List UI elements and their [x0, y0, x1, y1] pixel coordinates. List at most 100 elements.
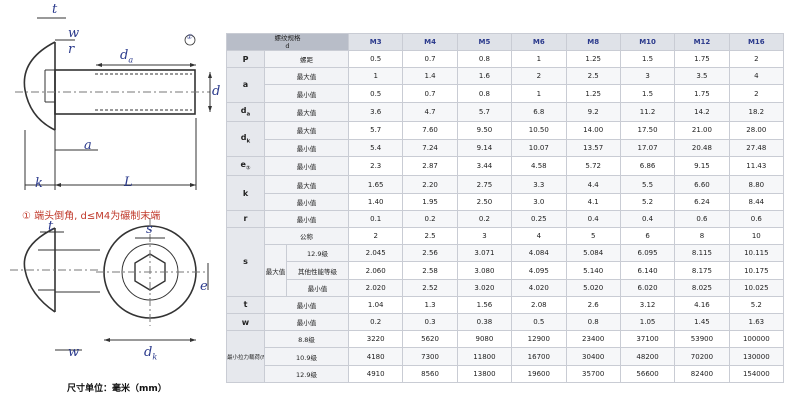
value-cell: 3.6: [347, 101, 404, 123]
symbol-main: k: [242, 188, 249, 198]
thread-spec-header: 螺纹规格 d: [226, 33, 349, 51]
value-cell: 6.86: [619, 155, 676, 177]
row-label: 8.8级: [264, 330, 349, 349]
value-cell: 4.4: [565, 175, 621, 194]
dim-label-w-bottom: w: [68, 345, 80, 360]
value-cell: 0.6: [674, 209, 730, 229]
table-row: 其他性能等级 2.060 2.58 3.080 4.095 5.140 6.140 8.175…: [227, 261, 785, 280]
table-row: da 最大值 3.6 4.7 5.7 6.8 9.2 11.2 14.2 18.2: [226, 101, 785, 123]
size-header: M5: [456, 33, 513, 51]
value-cell: 1.75: [674, 49, 730, 69]
row-label: 最小值: [264, 295, 349, 315]
value-cell: 8.115: [674, 244, 730, 263]
screw-drawing-svg: [10, 17, 212, 351]
value-cell: 1.04: [347, 295, 404, 315]
symbol-cell: a: [226, 67, 265, 103]
value-cell: 5.2: [728, 295, 785, 315]
unit-note: 尺寸单位：毫米（mm）: [67, 384, 167, 394]
value-cell: 5: [565, 227, 621, 246]
value-cell: 5.2: [619, 192, 676, 211]
value-cell: 2: [511, 67, 567, 86]
thread-spec-header-line2: d: [285, 42, 290, 50]
value-cell: 7.24: [402, 138, 458, 157]
value-cell: 8: [674, 227, 730, 246]
symbol-cell: w: [226, 313, 265, 332]
end-chamfer-note: ① 端头倒角, d≤M4为碾制末端: [22, 211, 161, 222]
value-cell: 19600: [511, 364, 567, 384]
value-cell: 2.060: [347, 261, 404, 280]
dim-label-L: L: [124, 175, 133, 190]
value-cell: 0.6: [728, 209, 785, 229]
value-cell: 1.56: [456, 295, 513, 315]
value-cell: 0.5: [347, 84, 404, 103]
row-label: 最大值: [264, 175, 349, 194]
symbol-sub: k: [246, 138, 251, 145]
value-cell: 10.175: [728, 261, 785, 280]
symbol-sub: ①: [245, 165, 251, 172]
dim-label-r: r: [68, 42, 75, 57]
value-cell: 4910: [347, 364, 404, 384]
symbol-cell: da: [226, 101, 265, 123]
value-cell: 2.56: [402, 244, 458, 263]
thread-spec-header-line1: 螺纹规格: [274, 34, 301, 43]
value-cell: 1.4: [402, 67, 458, 86]
value-cell: 1.3: [402, 295, 458, 315]
value-cell: 10: [728, 227, 785, 246]
symbol-main: P: [242, 54, 249, 64]
value-cell: 4.58: [511, 155, 567, 177]
value-cell: 3: [456, 227, 513, 246]
value-cell: 1.25: [565, 84, 621, 103]
table-row: 最小拉力载荷(N) 8.8级 3220 5620 9080 12900 23400 37100…: [226, 330, 785, 383]
row-label: 最小值: [286, 278, 349, 297]
value-cell: 21.00: [674, 121, 730, 140]
value-cell: 5.140: [565, 261, 621, 280]
value-cell: 1.25: [565, 49, 621, 69]
s-max-label: 最大值: [264, 244, 287, 297]
table-row: 最小值 2.020 2.52 3.020 4.020 5.020 6.020 8.025 10.…: [227, 278, 785, 297]
row-label: 最大值: [264, 101, 349, 123]
value-cell: 2.5: [565, 67, 621, 86]
symbol-cell: r: [226, 209, 265, 229]
value-cell: 2: [728, 49, 785, 69]
value-cell: 17.50: [619, 121, 676, 140]
value-cell: 5.72: [565, 155, 621, 177]
size-header: M10: [619, 33, 676, 51]
size-header: M6: [511, 33, 567, 51]
value-cell: 2.52: [402, 278, 458, 297]
value-cell: 5.7: [347, 121, 404, 140]
value-cell: 35700: [565, 364, 621, 384]
value-cell: 23400: [565, 330, 621, 349]
value-cell: 1.05: [619, 313, 676, 332]
value-cell: 2.87: [402, 155, 458, 177]
dim-label-k: k: [35, 176, 43, 191]
value-cell: 5620: [402, 330, 458, 349]
dim-label-w-top: w: [68, 26, 80, 41]
value-cell: 11.2: [619, 101, 676, 123]
value-cell: 2.58: [402, 261, 458, 280]
value-cell: 4: [728, 67, 785, 86]
value-cell: 2.045: [347, 244, 404, 263]
value-cell: 0.8: [565, 313, 621, 332]
value-cell: 6: [619, 227, 676, 246]
value-cell: 2.75: [456, 175, 513, 194]
value-cell: 2.20: [402, 175, 458, 194]
symbol-cell: t: [226, 295, 265, 315]
value-cell: 13.57: [565, 138, 621, 157]
value-cell: 6.095: [619, 244, 676, 263]
symbol-cell: s: [226, 227, 265, 297]
value-cell: 3.020: [456, 278, 513, 297]
symbol-cell: k: [226, 175, 265, 211]
value-cell: 48200: [619, 347, 676, 366]
value-cell: 14.00: [565, 121, 621, 140]
row-label: 其他性能等级: [286, 261, 349, 280]
value-cell: 0.5: [511, 313, 567, 332]
value-cell: 10.07: [511, 138, 567, 157]
size-header: M8: [565, 33, 621, 51]
dim-label-dk: dk: [144, 345, 157, 362]
value-cell: 6.24: [674, 192, 730, 211]
value-cell: 13800: [456, 364, 513, 384]
table-row: 最小值 1.40 1.95 2.50 3.0 4.1 5.2 6.24 8.44: [227, 192, 785, 211]
value-cell: 4.095: [511, 261, 567, 280]
value-cell: 6.60: [674, 175, 730, 194]
note-marker: ①: [186, 33, 193, 41]
